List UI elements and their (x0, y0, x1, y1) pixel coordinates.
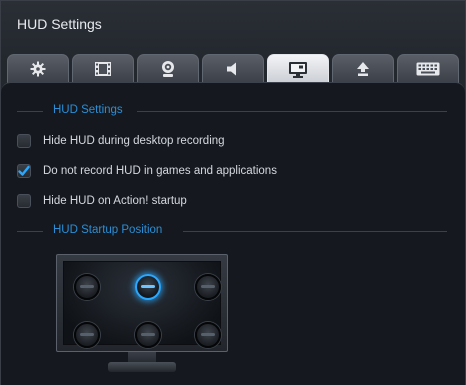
monitor-icon (289, 62, 307, 78)
position-top-left[interactable] (74, 274, 100, 300)
divider (17, 231, 43, 232)
divider (183, 231, 447, 232)
option-label: Hide HUD during desktop recording (43, 135, 225, 147)
option-hide-hud-startup[interactable]: Hide HUD on Action! startup (17, 193, 187, 209)
tab-webcam[interactable] (137, 54, 199, 83)
tab-upload[interactable] (332, 54, 394, 83)
film-icon (95, 62, 111, 76)
hud-position-monitor (56, 254, 228, 378)
tab-hotkeys[interactable] (397, 54, 459, 83)
option-label: Hide HUD on Action! startup (43, 195, 187, 207)
upload-icon (357, 62, 369, 76)
tab-video[interactable] (72, 54, 134, 83)
hud-settings-window: HUD Settings HUD Settings Hide HUD durin… (0, 0, 466, 385)
section-header-hud-settings: HUD Settings (17, 104, 447, 118)
section-label: HUD Startup Position (53, 224, 163, 236)
divider (17, 111, 43, 112)
position-bottom-right[interactable] (195, 322, 221, 348)
monitor-screen (56, 254, 228, 352)
checkbox[interactable] (17, 194, 31, 208)
tab-hud[interactable] (267, 54, 329, 85)
speaker-icon (227, 62, 236, 76)
monitor-base (108, 362, 176, 372)
divider (137, 111, 447, 112)
webcam-icon (162, 61, 174, 77)
section-label: HUD Settings (53, 104, 123, 116)
tab-audio[interactable] (202, 54, 264, 83)
option-label: Do not record HUD in games and applicati… (43, 165, 277, 177)
section-header-hud-position: HUD Startup Position (17, 224, 447, 238)
option-hide-hud-desktop[interactable]: Hide HUD during desktop recording (17, 133, 225, 149)
gear-icon (30, 61, 46, 77)
position-top-center[interactable] (135, 274, 161, 300)
checkbox[interactable] (17, 134, 31, 148)
checkmark-icon (18, 165, 30, 176)
option-do-not-record-hud[interactable]: Do not record HUD in games and applicati… (17, 163, 277, 179)
keyboard-icon (416, 62, 440, 76)
position-bottom-center[interactable] (135, 322, 161, 348)
tab-general[interactable] (7, 54, 69, 83)
monitor-display (63, 261, 221, 348)
window-title: HUD Settings (17, 16, 102, 32)
position-bottom-left[interactable] (74, 322, 100, 348)
checkbox[interactable] (17, 164, 31, 178)
tab-bar (7, 54, 463, 85)
position-top-right[interactable] (195, 274, 221, 300)
